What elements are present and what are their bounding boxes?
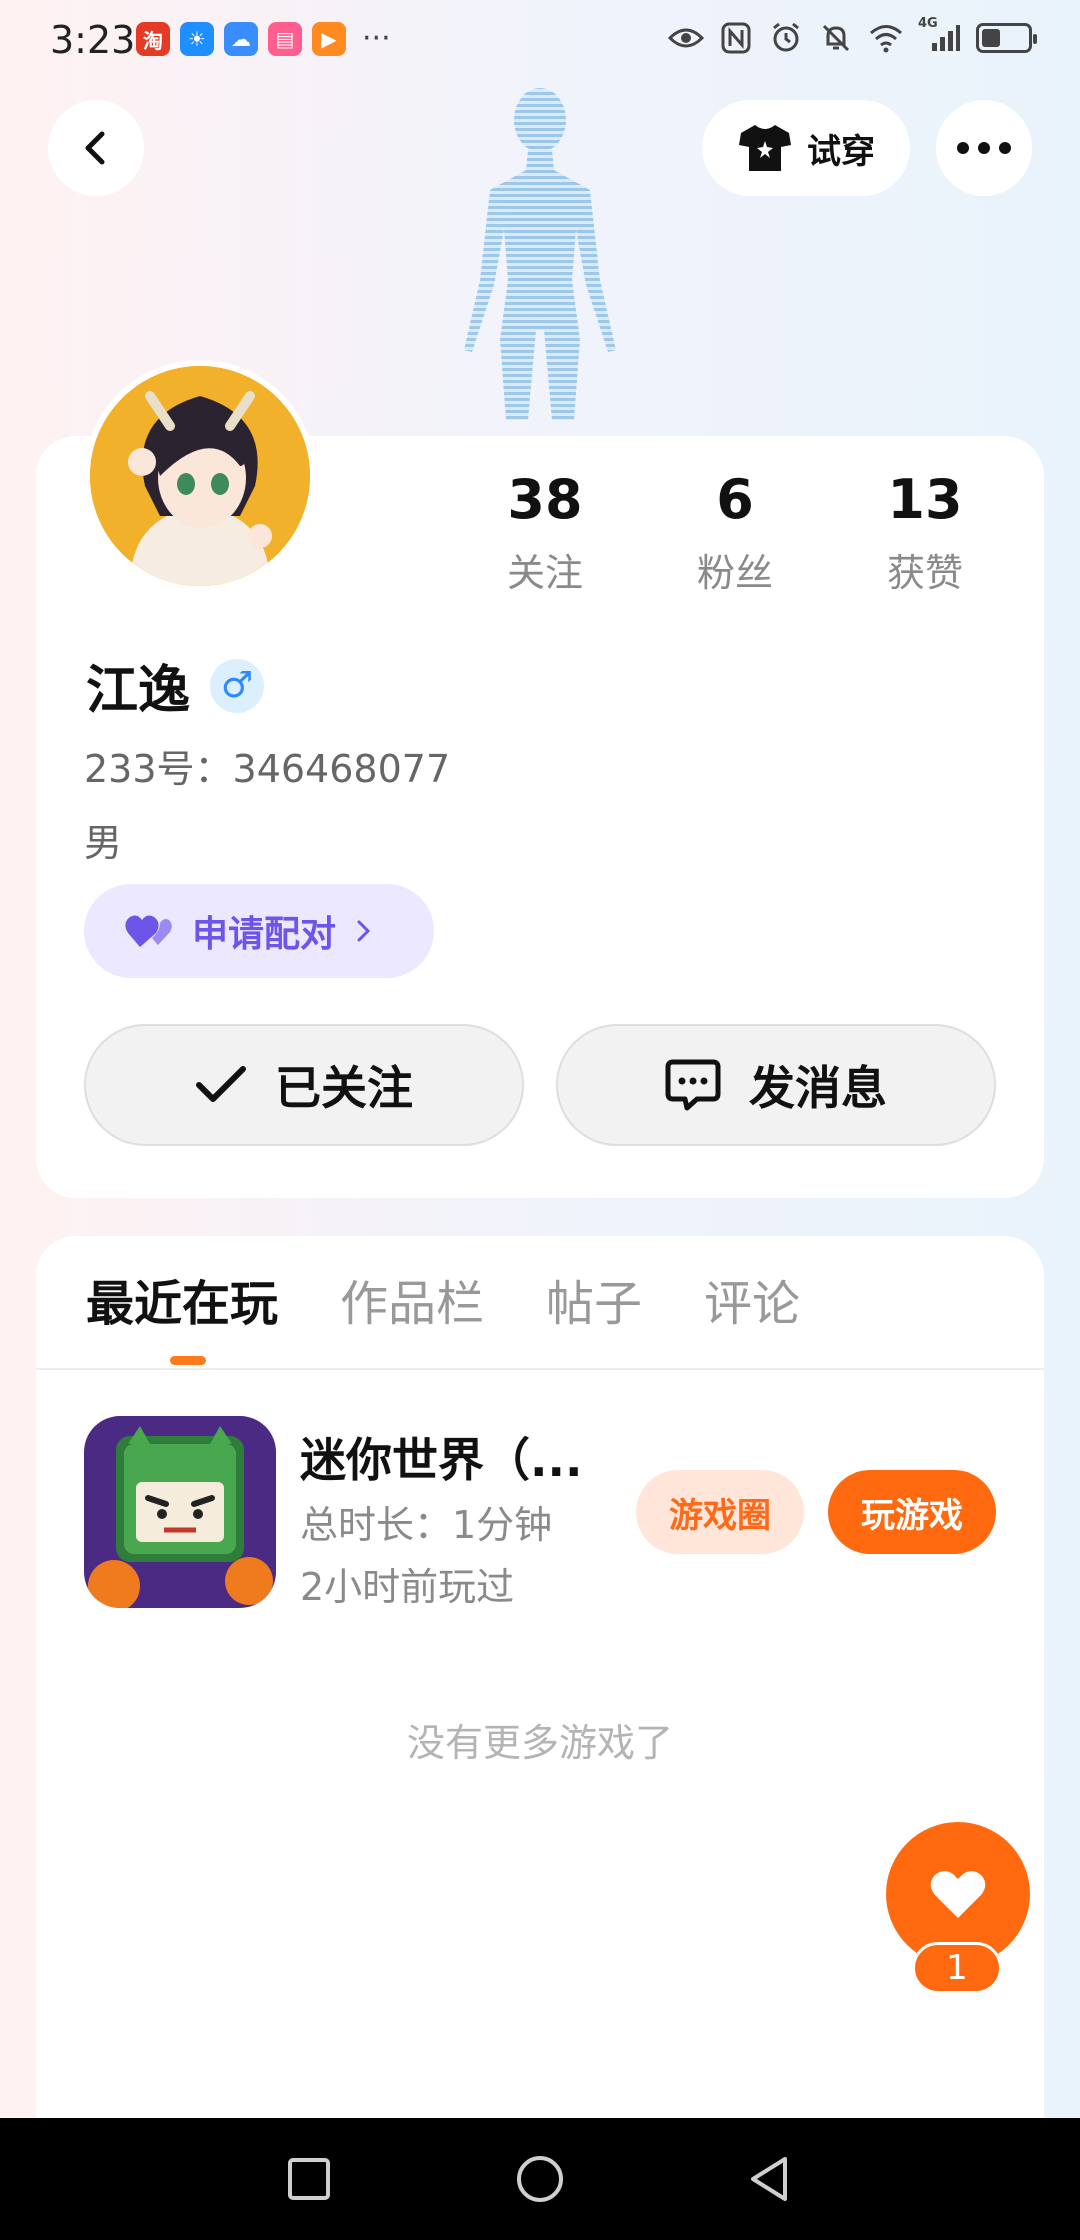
home-button[interactable] — [509, 2148, 571, 2210]
tab-works[interactable]: 作品栏 — [340, 1264, 484, 1334]
request-pair-label: 申请配对 — [192, 914, 337, 955]
profile-stats: 38 关注 6 粉丝 13 获赞 — [450, 470, 1020, 597]
network-type-label: 4G — [918, 16, 938, 31]
double-heart-icon — [125, 915, 172, 947]
video-app-icon: ▶ — [312, 22, 346, 56]
chat-bubble-icon — [665, 1059, 721, 1111]
more-notifications-icon: ··· — [362, 21, 391, 56]
following-button[interactable]: 已关注 — [84, 1024, 524, 1146]
tab-recently-played[interactable]: 最近在玩 — [86, 1264, 278, 1334]
avatar[interactable] — [84, 360, 316, 592]
tabs-divider — [36, 1368, 1044, 1370]
heart-icon — [930, 1870, 986, 1918]
following-stat[interactable]: 38 关注 — [450, 470, 640, 597]
triangle-back-icon — [751, 2157, 787, 2201]
mute-bell-icon — [818, 20, 854, 56]
likes-stat[interactable]: 13 获赞 — [830, 470, 1020, 597]
avatar-hologram-figure — [440, 80, 640, 435]
back-button[interactable] — [48, 100, 144, 196]
followers-count: 6 — [716, 468, 754, 531]
try-on-label: 试穿 — [807, 131, 875, 172]
wifi-icon — [868, 20, 904, 56]
notification-icons: 淘 ☀ ☁ ▤ ▶ ··· — [136, 22, 391, 56]
status-bar: 3:23 淘 ☀ ☁ ▤ ▶ ··· 4G — [0, 0, 1080, 80]
male-gender-icon: ♂ — [210, 658, 265, 713]
recents-button[interactable] — [278, 2148, 340, 2210]
chevron-right-icon — [357, 920, 371, 942]
active-tab-indicator — [170, 1356, 206, 1365]
checkmark-icon — [196, 1066, 246, 1102]
user-name: 江逸 — [86, 661, 191, 721]
system-status-icons: 4G — [668, 16, 1037, 56]
square-icon — [288, 2158, 330, 2200]
request-pair-button[interactable]: 申请配对 — [84, 884, 434, 978]
battery-level — [982, 29, 1000, 47]
system-back-button[interactable] — [738, 2148, 800, 2210]
play-game-button[interactable]: 玩游戏 — [828, 1470, 996, 1554]
followers-label: 粉丝 — [696, 551, 773, 595]
taobao-icon: 淘 — [136, 22, 170, 56]
notes-app-icon: ▤ — [268, 22, 302, 56]
user-id: 233号：346468077 — [84, 747, 451, 791]
try-on-button[interactable]: 试穿 — [702, 100, 910, 196]
system-navigation-bar — [0, 2118, 1080, 2240]
game-duration: 总时长：1分钟 — [300, 1503, 553, 1547]
game-circle-button[interactable]: 游戏圈 — [636, 1470, 804, 1554]
nfc-icon — [718, 20, 754, 56]
send-message-button[interactable]: 发消息 — [556, 1024, 996, 1146]
back-arrow-icon — [85, 131, 105, 165]
more-dots-icon — [957, 142, 1011, 154]
following-label: 已关注 — [275, 1061, 413, 1115]
like-count-badge: 1 — [912, 1942, 1002, 1994]
game-last-played: 2小时前玩过 — [300, 1565, 515, 1609]
likes-count: 13 — [887, 468, 963, 531]
shirt-icon — [739, 125, 791, 171]
game-title[interactable]: 迷你世界（... — [300, 1424, 582, 1490]
tab-comments[interactable]: 评论 — [704, 1264, 800, 1334]
no-more-games-text: 没有更多游戏了 — [406, 1721, 673, 1765]
alarm-icon — [768, 20, 804, 56]
cloud-icon: ☁ — [224, 22, 258, 56]
status-time: 3:23 — [50, 18, 136, 62]
following-count: 38 — [507, 468, 583, 531]
game-icon[interactable] — [84, 1416, 276, 1608]
name-row: 江逸 ♂ — [86, 648, 265, 723]
user-gender: 男 — [84, 821, 123, 865]
more-options-button[interactable] — [936, 100, 1032, 196]
cellular-signal-icon: 4G — [918, 16, 962, 56]
followers-stat[interactable]: 6 粉丝 — [640, 470, 830, 597]
weather-icon: ☀ — [180, 22, 214, 56]
profile-tabs: 最近在玩 作品栏 帖子 评论 — [86, 1264, 800, 1334]
send-message-label: 发消息 — [749, 1061, 887, 1115]
eye-icon — [668, 20, 704, 56]
battery-icon — [976, 23, 1037, 53]
tab-posts[interactable]: 帖子 — [546, 1264, 642, 1334]
likes-label: 获赞 — [886, 551, 963, 595]
following-label: 关注 — [506, 551, 583, 595]
circle-icon — [517, 2156, 563, 2202]
